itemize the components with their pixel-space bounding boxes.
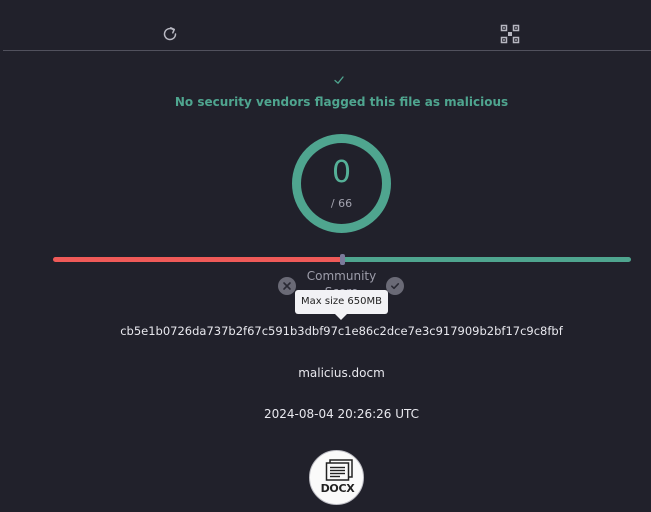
community-score-negative-bar	[53, 257, 345, 262]
reload-icon	[163, 27, 177, 41]
check-icon	[391, 283, 400, 290]
file-type-badge: DOCX	[309, 450, 364, 505]
qr-code-icon	[500, 24, 520, 44]
file-report-panel: No security vendors flagged this file as…	[0, 0, 651, 512]
reload-button[interactable]	[158, 22, 182, 46]
vote-harmless-button[interactable]	[386, 277, 404, 295]
tooltip: Max size 650MB	[295, 290, 388, 320]
document-icon	[325, 459, 353, 481]
detection-score: 0	[331, 155, 352, 190]
community-score-positive-bar	[342, 257, 631, 262]
detection-total: / 66	[330, 197, 353, 210]
verdict-text: No security vendors flagged this file as…	[174, 95, 509, 109]
qr-code-button[interactable]	[498, 22, 522, 46]
file-hash[interactable]: cb5e1b0726da737b2f67c591b3dbf97c1e86c2dc…	[0, 324, 651, 338]
analysis-date: 2024-08-04 20:26:26 UTC	[263, 407, 420, 421]
file-name: malicius.docm	[298, 366, 385, 380]
file-type-label: DOCX	[320, 482, 355, 495]
toolbar	[3, 0, 651, 51]
clean-check-icon	[334, 76, 344, 84]
community-score-marker	[340, 254, 345, 265]
